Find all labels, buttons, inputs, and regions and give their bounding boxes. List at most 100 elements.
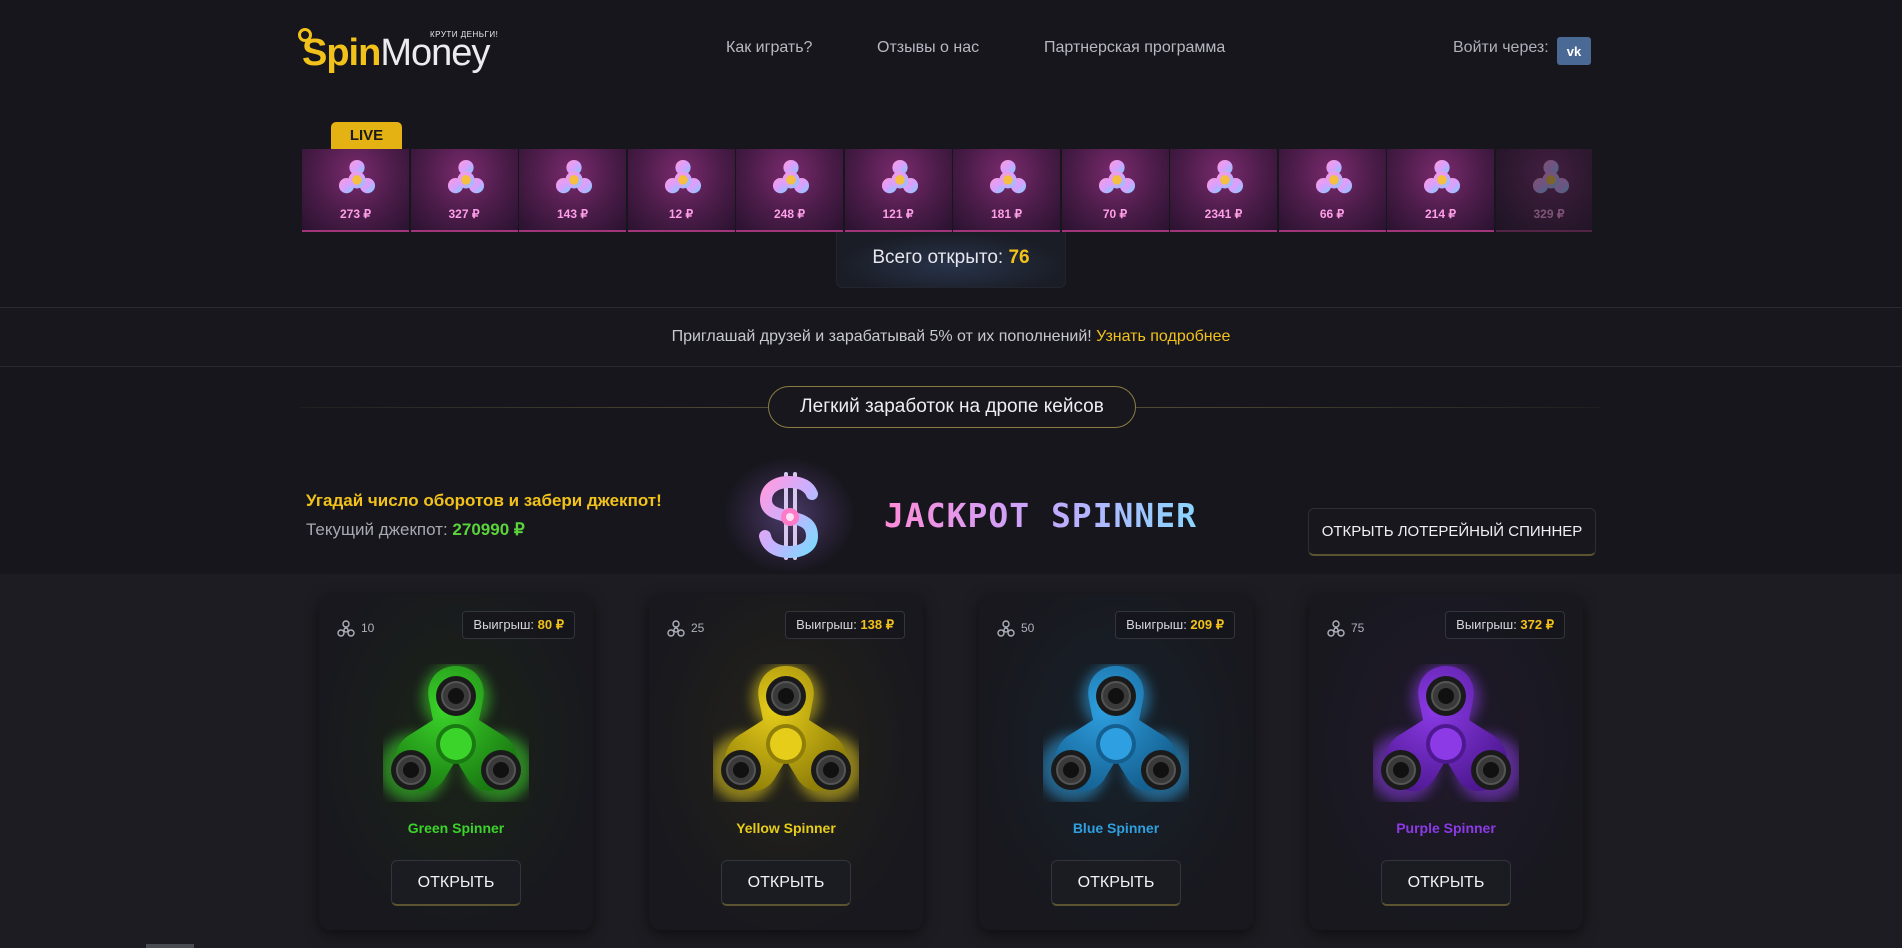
open-card-button[interactable]: ОТКРЫТЬ (721, 860, 851, 906)
spinner-card[interactable]: 25 Выигрыш: 138 ₽ Yellow Spinner ОТКРЫТЬ (649, 594, 923, 930)
spinner-count-icon (667, 620, 685, 637)
drop-amount: 121 ₽ (882, 207, 914, 221)
nav-reviews[interactable]: Отзывы о нас (877, 39, 979, 57)
live-drop-tile: 181 ₽ (953, 149, 1060, 232)
jackpot-spinner-logo: JACKPOT SPINNER (884, 496, 1198, 535)
total-opened-value: 76 (1008, 247, 1030, 268)
spinner-icon (1423, 159, 1461, 194)
vk-icon: vk (1566, 43, 1582, 59)
spinner-icon (1206, 159, 1244, 194)
drop-amount: 143 ₽ (557, 207, 588, 221)
section-title: Легкий заработок на дропе кейсов (768, 386, 1136, 428)
card-count-value: 50 (1021, 621, 1035, 636)
open-card-button[interactable]: ОТКРЫТЬ (1051, 860, 1181, 906)
login-label: Войти через: (1453, 39, 1549, 56)
spinner-icon (1532, 159, 1569, 194)
card-count-value: 75 (1351, 621, 1365, 636)
live-badge: LIVE (331, 122, 402, 149)
open-card-button[interactable]: ОТКРЫТЬ (1381, 860, 1511, 906)
spinner-icon (1098, 159, 1135, 194)
nav-partner-program[interactable]: Партнерская программа (1044, 39, 1225, 57)
card-win-label: Выигрыш: (1126, 617, 1191, 632)
cards-section (0, 574, 1902, 948)
live-drop-tile: 248 ₽ (736, 149, 843, 232)
drop-amount: 12 ₽ (668, 207, 694, 221)
card-name: Blue Spinner (1072, 820, 1160, 836)
card-win-value: 372 ₽ (1520, 617, 1554, 632)
card-win-value: 209 ₽ (1190, 617, 1224, 632)
card-win-label: Выигрыш: (1456, 617, 1521, 632)
live-drop-tile: 66 ₽ (1278, 149, 1386, 232)
live-drop-tile: 327 ₽ (410, 149, 518, 232)
drop-amount: 248 ₽ (774, 207, 805, 221)
jackpot-current: Текущий джекпот: 270990 ₽ (306, 520, 525, 540)
live-drop-tile: 273 ₽ (302, 149, 409, 232)
live-drop-tile: 143 ₽ (519, 149, 626, 232)
live-drop-tile: 2341 ₽ (1170, 149, 1277, 232)
card-spins-count: 75 (1327, 620, 1364, 638)
live-drops-strip: 273 ₽ 327 ₽ 143 ₽ 12 ₽ 248 ₽ 121 ₽ 181 ₽ 70 ₽ 23… (302, 149, 1592, 232)
logo[interactable]: КРУТИ ДЕНЬГИ! SpinMoney (298, 26, 500, 74)
card-win-value: 80 ₽ (537, 617, 564, 632)
dollar-spinner-icon (759, 472, 819, 560)
fidget-spinner-icon (383, 664, 529, 802)
card-name: Green Spinner (407, 820, 505, 836)
spinner-card[interactable]: 75 Выигрыш: 372 ₽ Purple Spinner ОТКРЫТЬ (1309, 594, 1583, 930)
drop-amount: 66 ₽ (1319, 207, 1345, 221)
card-win-badge: Выигрыш: 80 ₽ (462, 611, 575, 639)
spinner-icon (338, 159, 376, 194)
live-drop-tile: 70 ₽ (1061, 149, 1169, 232)
jackpot-current-value: 270990 ₽ (452, 520, 525, 539)
open-card-button[interactable]: ОТКРЫТЬ (391, 860, 521, 906)
scrollbar-thumb[interactable] (146, 944, 194, 948)
card-win-value: 138 ₽ (860, 617, 894, 632)
card-spins-count: 25 (667, 620, 704, 638)
spinner-count-icon (1327, 620, 1345, 637)
fidget-spinner-icon (1373, 664, 1519, 802)
drop-amount: 181 ₽ (991, 207, 1022, 221)
logo-spin: Spin (302, 32, 381, 74)
spinner-count-icon (337, 620, 355, 637)
card-count-value: 10 (361, 621, 375, 636)
total-opened: Всего открыто: 76 (836, 232, 1066, 288)
live-drop-tile: 329 ₽ (1495, 149, 1592, 232)
live-drop-tile: 214 ₽ (1387, 149, 1494, 232)
spinner-icon (447, 159, 484, 194)
spinner-icon (1315, 159, 1352, 194)
card-name: Yellow Spinner (736, 820, 836, 836)
spinner-icon (772, 159, 810, 194)
drop-amount: 2341 ₽ (1204, 207, 1243, 221)
card-win-label: Выигрыш: (796, 617, 861, 632)
spinner-icon (664, 159, 701, 194)
spinner-card[interactable]: 10 Выигрыш: 80 ₽ Green Spinner ОТКРЫТЬ (319, 594, 593, 930)
spinner-count-icon (997, 620, 1015, 637)
card-spins-count: 50 (997, 620, 1034, 638)
spinner-card[interactable]: 50 Выигрыш: 209 ₽ Blue Spinner ОТКРЫТЬ (979, 594, 1253, 930)
card-name: Purple Spinner (1396, 820, 1496, 836)
referral-learn-more-link[interactable]: Узнать подробнее (1096, 328, 1230, 345)
card-win-badge: Выигрыш: 209 ₽ (1115, 611, 1235, 639)
vk-login-button[interactable]: vk (1557, 37, 1591, 65)
live-drop-tile: 121 ₽ (844, 149, 952, 232)
open-lottery-spinner-button[interactable]: ОТКРЫТЬ ЛОТЕРЕЙНЫЙ СПИННЕР (1308, 508, 1596, 556)
total-opened-label: Всего открыто: (872, 247, 1009, 268)
drop-amount: 214 ₽ (1425, 207, 1456, 221)
fidget-spinner-icon (1043, 664, 1189, 802)
drop-amount: 329 ₽ (1533, 207, 1565, 221)
spinner-icon (555, 159, 593, 194)
logo-money: Money (380, 32, 490, 74)
card-win-badge: Выигрыш: 372 ₽ (1445, 611, 1565, 639)
live-drop-tile: 12 ₽ (627, 149, 735, 232)
jackpot-headline: Угадай число оборотов и забери джекпот! (306, 491, 662, 510)
drop-amount: 327 ₽ (448, 207, 480, 221)
fidget-spinner-icon (713, 664, 859, 802)
card-count-value: 25 (691, 621, 705, 636)
card-win-badge: Выигрыш: 138 ₽ (785, 611, 905, 639)
nav-how-to-play[interactable]: Как играть? (726, 39, 812, 57)
spinner-icon (881, 159, 918, 194)
card-win-label: Выигрыш: (473, 617, 538, 632)
drop-amount: 273 ₽ (340, 207, 371, 221)
jackpot-current-label: Текущий джекпот: (306, 520, 453, 539)
referral-banner: Приглашай друзей и зарабатывай 5% от их … (0, 307, 1902, 367)
spinner-icon (989, 159, 1027, 194)
